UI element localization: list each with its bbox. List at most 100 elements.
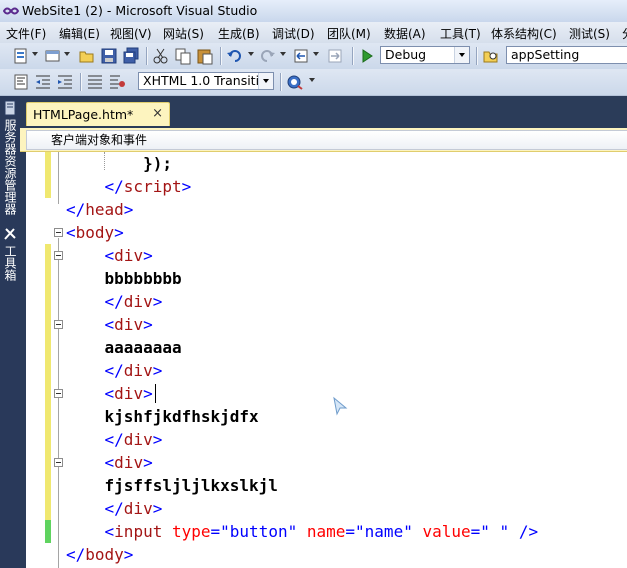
- menu-file[interactable]: 文件(F): [6, 25, 46, 42]
- code-line: </body>: [66, 545, 134, 564]
- document-tab-strip: HTMLPage.htm* ×: [20, 96, 627, 128]
- navigate-forward-icon[interactable]: [326, 47, 344, 65]
- menu-data[interactable]: 数据(A): [384, 25, 426, 42]
- code-line: <div>: [104, 246, 153, 265]
- code-line: });: [143, 154, 172, 173]
- code-line: fjsffsljljlkxslkjl: [104, 476, 278, 495]
- code-line: </div>: [104, 430, 163, 449]
- navigate-backward-icon[interactable]: [292, 47, 310, 65]
- code-line: <div>: [104, 315, 153, 334]
- mouse-pointer-icon: [333, 396, 348, 416]
- code-line: <div>: [104, 384, 153, 403]
- outdent-icon[interactable]: [34, 73, 52, 91]
- find-in-files-icon[interactable]: [482, 47, 500, 65]
- toolbar-separator: [476, 47, 478, 65]
- navigation-bar: 客户端对象和事件: [20, 128, 627, 152]
- add-item-dropdown-icon[interactable]: [64, 52, 70, 56]
- toolbar-separator: [80, 73, 82, 91]
- collapse-div-icon[interactable]: [54, 458, 63, 467]
- code-line: kjshfjkdfhskjdfx: [104, 407, 259, 426]
- menu-team[interactable]: 团队(M): [327, 25, 371, 42]
- uncomment-icon[interactable]: [108, 73, 126, 91]
- toolbar-separator: [220, 47, 222, 65]
- undo-icon[interactable]: [226, 47, 244, 65]
- code-line: <div>: [104, 453, 153, 472]
- menu-build[interactable]: 生成(B): [218, 25, 260, 42]
- menu-test[interactable]: 测试(S): [569, 25, 610, 42]
- menu-tools[interactable]: 工具(T): [440, 25, 481, 42]
- window-title: WebSite1 (2) - Microsoft Visual Studio: [22, 3, 258, 18]
- tab-htmlpage[interactable]: HTMLPage.htm* ×: [26, 102, 170, 126]
- code-editor[interactable]: }); </script> </head> <body> <div> bbbbb…: [26, 152, 627, 568]
- code-line: </head>: [66, 200, 134, 219]
- menu-website[interactable]: 网站(S): [163, 25, 204, 42]
- solution-config-value: Debug: [385, 47, 427, 62]
- toolbar-separator: [352, 47, 354, 65]
- visual-studio-icon: [3, 7, 19, 15]
- server-icon: [4, 100, 16, 116]
- change-indicator: [45, 244, 51, 520]
- navigate-backward-dropdown-icon[interactable]: [313, 52, 319, 56]
- code-line: bbbbbbbb: [104, 269, 182, 288]
- outline-line: [58, 152, 59, 204]
- menu-analyze[interactable]: 分: [622, 25, 627, 42]
- toolbox-icon: [4, 228, 16, 240]
- code-line: </div>: [104, 499, 163, 518]
- solution-config-combo[interactable]: Debug: [380, 46, 470, 64]
- menu-architecture[interactable]: 体系结构(C): [491, 25, 557, 42]
- comment-icon[interactable]: [86, 73, 104, 91]
- code-line: <body>: [66, 223, 124, 242]
- client-objects-events-label: 客户端对象和事件: [51, 133, 148, 147]
- cut-icon[interactable]: [152, 47, 170, 65]
- menu-bar: 文件(F) 编辑(E) 视图(V) 网站(S) 生成(B) 调试(D) 团队(M…: [0, 22, 627, 43]
- save-all-icon[interactable]: [122, 47, 140, 65]
- code-line: </script>: [104, 177, 192, 196]
- chevron-down-icon[interactable]: [258, 73, 273, 89]
- standard-toolbar: Debug appSetting: [0, 43, 627, 70]
- side-panel-rail: 服务器资源管理器 工具箱: [0, 96, 20, 568]
- collapse-div-icon[interactable]: [54, 389, 63, 398]
- code-line: </div>: [104, 361, 163, 380]
- indent-icon[interactable]: [56, 73, 74, 91]
- toolbox-label: 工具箱: [3, 245, 17, 281]
- tab-label: HTMLPage.htm*: [33, 107, 134, 122]
- redo-dropdown-icon[interactable]: [280, 52, 286, 56]
- text-caret: [155, 384, 156, 403]
- collapse-body-icon[interactable]: [54, 228, 63, 237]
- toolbox-tab[interactable]: 工具箱: [2, 226, 18, 281]
- find-value: appSetting: [511, 47, 580, 62]
- paste-icon[interactable]: [196, 47, 214, 65]
- open-file-icon[interactable]: [78, 47, 96, 65]
- chevron-down-icon[interactable]: [454, 47, 469, 63]
- collapse-div-icon[interactable]: [54, 251, 63, 260]
- check-accessibility-icon[interactable]: [286, 73, 304, 91]
- close-icon[interactable]: ×: [152, 106, 163, 121]
- redo-icon[interactable]: [258, 47, 276, 65]
- collapse-div-icon[interactable]: [54, 320, 63, 329]
- toolbar-options-dropdown-icon[interactable]: [309, 78, 315, 82]
- save-icon[interactable]: [100, 47, 118, 65]
- server-explorer-tab[interactable]: 服务器资源管理器: [2, 100, 18, 215]
- client-objects-events-combo[interactable]: 客户端对象和事件: [26, 130, 627, 150]
- copy-icon[interactable]: [174, 47, 192, 65]
- change-indicator: [45, 152, 51, 198]
- new-project-icon[interactable]: [12, 47, 30, 65]
- code-line: <input type="button" name="name" value="…: [104, 522, 539, 541]
- menu-view[interactable]: 视图(V): [110, 25, 152, 42]
- format-document-icon[interactable]: [12, 73, 30, 91]
- undo-dropdown-icon[interactable]: [248, 52, 254, 56]
- new-project-dropdown-icon[interactable]: [32, 52, 38, 56]
- start-debugging-icon[interactable]: [358, 47, 376, 65]
- code-line: aaaaaaaa: [104, 338, 182, 357]
- title-bar: WebSite1 (2) - Microsoft Visual Studio: [0, 0, 627, 23]
- find-combo[interactable]: appSetting: [506, 46, 627, 64]
- menu-edit[interactable]: 编辑(E): [59, 25, 100, 42]
- menu-debug[interactable]: 调试(D): [272, 25, 315, 42]
- add-item-icon[interactable]: [44, 47, 62, 65]
- doctype-combo[interactable]: XHTML 1.0 Transitic: [138, 72, 274, 90]
- doctype-value: XHTML 1.0 Transitic: [143, 73, 266, 88]
- html-source-toolbar: XHTML 1.0 Transitic: [0, 69, 627, 96]
- outline-line: [58, 238, 59, 568]
- change-indicator: [45, 520, 51, 543]
- toolbar-separator: [146, 47, 148, 65]
